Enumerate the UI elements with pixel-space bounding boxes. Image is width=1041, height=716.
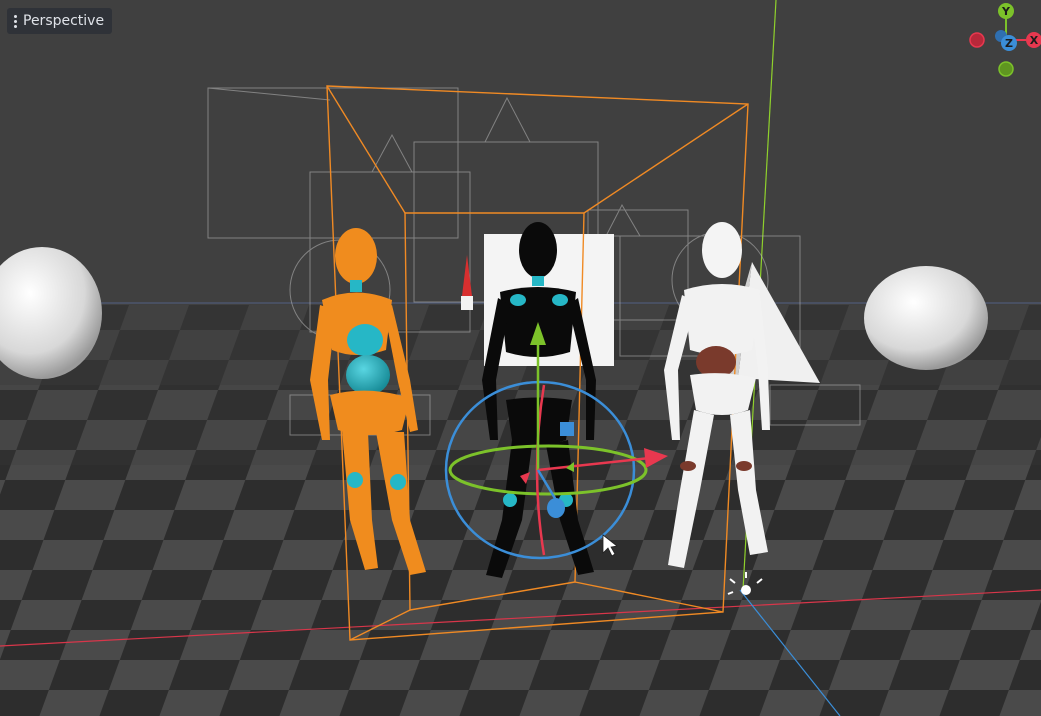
view-axis-gizmo[interactable]: Y X Z	[962, 0, 1041, 80]
kebab-menu-icon	[13, 14, 17, 28]
y-axis-label: Y	[1001, 5, 1011, 18]
negative-y-axis-handle[interactable]	[998, 61, 1014, 77]
x-axis-label: X	[1030, 34, 1039, 47]
perspective-label: Perspective	[23, 13, 105, 29]
right-sphere	[864, 266, 988, 370]
perspective-menu-button[interactable]: Perspective	[7, 8, 113, 34]
z-axis-label: Z	[1005, 37, 1013, 50]
3d-viewport[interactable]: Perspective Y X Z	[0, 0, 1041, 716]
negative-x-axis-handle[interactable]	[969, 32, 985, 48]
scene-render[interactable]	[0, 0, 1041, 716]
